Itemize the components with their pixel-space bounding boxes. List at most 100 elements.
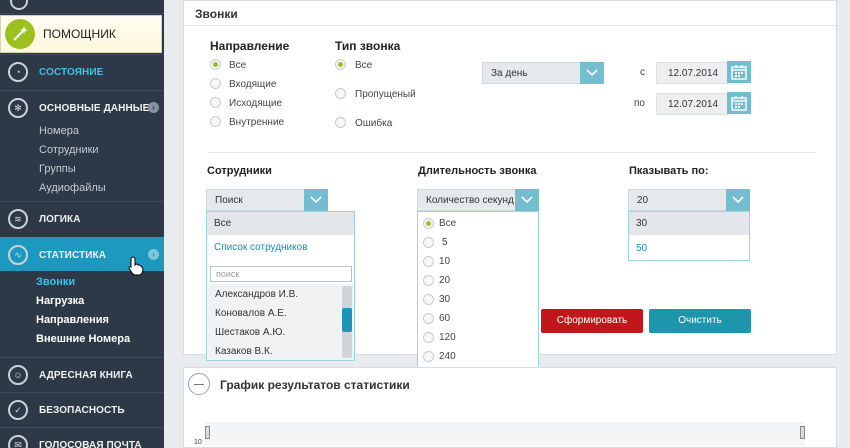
direction-label: Входящие bbox=[229, 79, 277, 90]
employees-select[interactable]: Поиск bbox=[206, 189, 328, 211]
sidebar-item-label: СОСТОЯНИЕ bbox=[39, 67, 104, 78]
sidebar: ПОМОЩНИК ◔ СОСТОЯНИЕ ✻ ОСНОВНЫЕ ДАННЫЕ ›… bbox=[0, 0, 164, 448]
logic-icon: ≋ bbox=[8, 209, 28, 229]
list-item[interactable]: Александров И.В. bbox=[208, 287, 354, 305]
calendar-to-button[interactable] bbox=[727, 92, 751, 114]
chart-title: График результатов статистики bbox=[220, 378, 410, 392]
sidebar-item-basic-data[interactable]: ✻ ОСНОВНЫЕ ДАННЫЕ › bbox=[0, 90, 164, 124]
clear-button[interactable]: Очистить bbox=[649, 309, 751, 333]
calendar-icon bbox=[731, 96, 747, 111]
period-dropdown-button[interactable] bbox=[580, 62, 604, 84]
sidebar-item-logic[interactable]: ≋ ЛОГИКА bbox=[0, 201, 164, 235]
chart-range-area bbox=[205, 422, 805, 446]
calendar-icon bbox=[731, 65, 747, 80]
menu-icon bbox=[10, 0, 28, 10]
show-by-option[interactable]: 50 bbox=[629, 236, 749, 260]
sidebar-subitem-calls[interactable]: Звонки bbox=[36, 276, 75, 288]
duration-radio[interactable] bbox=[423, 332, 434, 343]
sidebar-item-label: ЛОГИКА bbox=[39, 214, 81, 225]
option-label: 50 bbox=[636, 243, 648, 254]
chevron-down-icon bbox=[732, 196, 744, 204]
sidebar-item-label: ГОЛОСОВАЯ ПОЧТА bbox=[39, 440, 142, 448]
magic-wand-icon bbox=[5, 19, 35, 49]
chart-panel: График результатов статистики 10 bbox=[183, 367, 837, 448]
call-type-radio-error[interactable] bbox=[335, 117, 346, 128]
chart-range-handle-right[interactable] bbox=[800, 426, 805, 439]
main-content: Звонки Направление Все Входящие Исходящи… bbox=[164, 0, 850, 448]
duration-radio[interactable] bbox=[423, 275, 434, 286]
duration-radio[interactable] bbox=[423, 256, 434, 267]
employees-dropdown: Все Список сотрудников поиск Александров… bbox=[206, 211, 355, 361]
sidebar-item-status[interactable]: ◔ СОСТОЯНИЕ bbox=[0, 54, 164, 88]
chart-range-handle-left[interactable] bbox=[205, 426, 210, 439]
duration-select[interactable]: Количество секунд bbox=[417, 189, 539, 211]
employees-search-input[interactable]: поиск bbox=[210, 266, 352, 282]
sidebar-top-item[interactable] bbox=[0, 0, 164, 14]
duration-label: 10 bbox=[439, 256, 451, 267]
duration-select-value: Количество секунд bbox=[426, 195, 514, 206]
duration-radio[interactable] bbox=[423, 313, 434, 324]
employees-title: Сотрудники bbox=[207, 165, 272, 177]
duration-label: 120 bbox=[439, 332, 456, 343]
call-type-label: Пропущеный bbox=[355, 89, 416, 100]
sidebar-item-label: БЕЗОПАСНОСТЬ bbox=[39, 405, 125, 416]
employees-select-value: Поиск bbox=[215, 195, 243, 206]
duration-radio[interactable] bbox=[423, 294, 434, 305]
list-item[interactable]: Казаков В.К. bbox=[208, 344, 354, 362]
duration-label: Все bbox=[439, 218, 457, 229]
date-from-input[interactable]: 12.07.2014 bbox=[656, 62, 728, 84]
sidebar-item-voicemail[interactable]: ✉ ГОЛОСОВАЯ ПОЧТА bbox=[0, 427, 164, 448]
collapse-icon[interactable] bbox=[188, 373, 210, 395]
sidebar-subitem-audiofiles[interactable]: Аудиофайлы bbox=[39, 182, 106, 194]
sidebar-item-address-book[interactable]: ☺ АДРЕСНАЯ КНИГА bbox=[0, 357, 164, 391]
sidebar-item-label: СТАТИСТИКА bbox=[39, 250, 107, 261]
sidebar-subitem-employees[interactable]: Сотрудники bbox=[39, 144, 99, 156]
direction-radio-incoming[interactable] bbox=[210, 78, 221, 89]
sidebar-subitem-external-numbers[interactable]: Внешние Номера bbox=[36, 333, 130, 345]
duration-label: 5 bbox=[442, 237, 448, 248]
sidebar-helper[interactable]: ПОМОЩНИК bbox=[0, 15, 162, 53]
list-item[interactable]: Шестаков А.Ю. bbox=[208, 325, 354, 343]
direction-radio-internal[interactable] bbox=[210, 116, 221, 127]
call-type-label: Ошибка bbox=[355, 118, 393, 129]
call-type-label: Все bbox=[355, 60, 373, 71]
employees-dropdown-button[interactable] bbox=[304, 189, 328, 211]
chevron-down-icon bbox=[586, 69, 598, 77]
direction-radio-all[interactable] bbox=[210, 59, 221, 70]
date-to-input[interactable]: 12.07.2014 bbox=[656, 93, 728, 115]
duration-radio[interactable] bbox=[423, 218, 434, 229]
sidebar-subitem-numbers[interactable]: Номера bbox=[39, 125, 79, 137]
duration-radio[interactable] bbox=[423, 351, 434, 362]
divider bbox=[208, 152, 816, 153]
employees-option-all[interactable]: Все bbox=[207, 212, 354, 235]
employee-name: Казаков В.К. bbox=[215, 346, 273, 357]
generate-button[interactable]: Сформировать bbox=[541, 309, 643, 333]
employee-name: Александров И.В. bbox=[215, 289, 299, 300]
sidebar-item-label: ОСНОВНЫЕ ДАННЫЕ bbox=[39, 103, 150, 114]
sidebar-subitem-directions[interactable]: Направления bbox=[36, 314, 109, 326]
duration-label: 30 bbox=[439, 294, 451, 305]
sidebar-subitem-load[interactable]: Нагрузка bbox=[36, 295, 84, 307]
show-by-option[interactable]: 30 bbox=[629, 212, 749, 235]
duration-radio[interactable] bbox=[423, 237, 434, 248]
search-placeholder: поиск bbox=[216, 269, 240, 279]
chevron-right-icon: › bbox=[148, 102, 159, 113]
duration-dropdown-button[interactable] bbox=[515, 189, 539, 211]
show-by-dropdown-button[interactable] bbox=[726, 189, 750, 211]
user-icon: ☺ bbox=[8, 365, 28, 385]
direction-radio-outgoing[interactable] bbox=[210, 97, 221, 108]
call-type-radio-missed[interactable] bbox=[335, 88, 346, 99]
show-by-dropdown: 30 50 bbox=[628, 211, 750, 261]
calendar-from-button[interactable] bbox=[727, 61, 751, 83]
call-type-radio-all[interactable] bbox=[335, 59, 346, 70]
direction-label: Все bbox=[229, 60, 247, 71]
period-value: За день bbox=[491, 68, 528, 79]
sidebar-subitem-groups[interactable]: Группы bbox=[39, 163, 76, 175]
show-by-select[interactable]: 20 bbox=[628, 189, 750, 211]
scrollbar-thumb[interactable] bbox=[342, 308, 352, 332]
list-item[interactable]: Коновалов А.Е. bbox=[208, 306, 354, 324]
scrollbar-track[interactable] bbox=[342, 286, 352, 358]
period-select[interactable]: За день bbox=[482, 62, 604, 84]
employees-list-link[interactable]: Список сотрудников bbox=[207, 242, 354, 258]
sidebar-item-security[interactable]: ✓ БЕЗОПАСНОСТЬ bbox=[0, 392, 164, 426]
